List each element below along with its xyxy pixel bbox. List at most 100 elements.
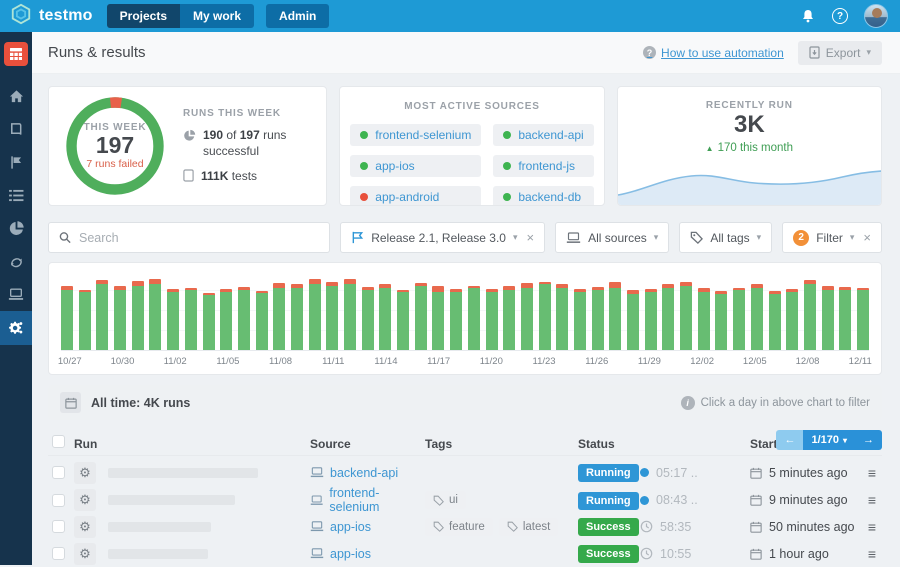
source-link[interactable]: app-ios xyxy=(310,520,425,534)
milestone-filter-chip[interactable]: Release 2.1, Release 3.0 ▾ × xyxy=(340,222,546,253)
clear-filter-icon[interactable]: × xyxy=(863,230,871,245)
page-selector[interactable]: 1/170 ▾ xyxy=(803,430,855,450)
nav-admin[interactable]: Admin xyxy=(266,4,330,28)
chart-day-bar[interactable] xyxy=(733,288,746,350)
chart-day-bar[interactable] xyxy=(414,283,427,350)
source-pill[interactable]: backend-db xyxy=(493,186,594,205)
chart-day-bar[interactable] xyxy=(715,291,728,350)
export-button[interactable]: Export ▾ xyxy=(797,40,882,65)
chart-day-bar[interactable] xyxy=(308,279,321,350)
chart-day-bar[interactable] xyxy=(184,288,197,350)
run-name-placeholder[interactable] xyxy=(108,495,235,505)
chart-day-bar[interactable] xyxy=(131,281,144,350)
chart-day-bar[interactable] xyxy=(61,286,73,350)
chart-day-bar[interactable] xyxy=(591,287,604,350)
source-pill[interactable]: frontend-selenium xyxy=(350,124,482,146)
tag-chip[interactable]: feature xyxy=(425,517,493,536)
row-checkbox[interactable] xyxy=(52,547,65,560)
row-menu-icon[interactable]: ≡ xyxy=(855,465,882,481)
sidebar-testcases-icon[interactable] xyxy=(0,179,32,212)
prev-page-button[interactable]: ← xyxy=(776,430,804,450)
nav-mywork[interactable]: My work xyxy=(180,4,255,28)
source-pill[interactable]: backend-api xyxy=(493,124,594,146)
chart-day-bar[interactable] xyxy=(379,284,392,350)
sidebar-milestones-icon[interactable] xyxy=(0,146,32,179)
brand[interactable]: testmo xyxy=(0,3,107,30)
chart-day-bar[interactable] xyxy=(167,289,180,350)
chart-day-bar[interactable] xyxy=(237,287,250,350)
run-name-placeholder[interactable] xyxy=(108,521,211,532)
nav-projects[interactable]: Projects xyxy=(106,4,181,28)
search-input[interactable] xyxy=(79,230,320,245)
chart-day-bar[interactable] xyxy=(556,284,569,350)
run-settings-button[interactable]: ⚙ xyxy=(74,489,96,511)
chart-day-bar[interactable] xyxy=(839,287,852,350)
tag-chip[interactable]: latest xyxy=(498,517,559,536)
chart-day-bar[interactable] xyxy=(644,289,657,350)
source-link[interactable]: app-ios xyxy=(310,547,425,561)
help-icon[interactable]: ? xyxy=(832,8,848,24)
chart-day-bar[interactable] xyxy=(573,289,586,350)
project-switcher-icon[interactable] xyxy=(4,42,28,66)
chart-day-bar[interactable] xyxy=(786,289,799,350)
chart-day-bar[interactable] xyxy=(114,286,127,350)
chart-day-bar[interactable] xyxy=(467,286,480,350)
chart-day-bar[interactable] xyxy=(609,282,622,350)
sidebar-reports-icon[interactable] xyxy=(0,212,32,245)
chart-day-bar[interactable] xyxy=(290,284,303,350)
source-link[interactable]: frontend-selenium xyxy=(310,486,425,514)
chart-day-bar[interactable] xyxy=(220,289,233,350)
chart-day-bar[interactable] xyxy=(768,291,781,350)
chart-day-bar[interactable] xyxy=(432,286,445,350)
filter-chip[interactable]: 2 Filter ▾ × xyxy=(782,222,882,253)
source-pill[interactable]: app-android xyxy=(350,186,482,205)
chart-day-bar[interactable] xyxy=(485,289,498,350)
search-box[interactable] xyxy=(48,222,331,253)
notifications-bell-icon[interactable] xyxy=(800,8,816,24)
chart-day-bar[interactable] xyxy=(202,293,215,350)
row-menu-icon[interactable]: ≡ xyxy=(855,492,882,508)
row-menu-icon[interactable]: ≡ xyxy=(855,546,882,562)
how-to-use-automation-link[interactable]: ? How to use automation xyxy=(643,46,784,60)
user-avatar[interactable] xyxy=(864,4,888,28)
next-page-button[interactable]: → xyxy=(855,430,882,450)
source-link[interactable]: backend-api xyxy=(310,466,425,480)
chart-day-bar[interactable] xyxy=(662,284,675,350)
select-all-checkbox[interactable] xyxy=(52,435,65,448)
sidebar-home-icon[interactable] xyxy=(0,80,32,113)
tags-filter-chip[interactable]: All tags ▾ xyxy=(679,222,773,253)
chart-day-bar[interactable] xyxy=(697,288,710,350)
run-settings-button[interactable]: ⚙ xyxy=(74,461,96,484)
row-checkbox[interactable] xyxy=(52,520,65,533)
chart-day-bar[interactable] xyxy=(273,283,286,350)
sidebar-sessions-icon[interactable] xyxy=(0,278,32,311)
row-checkbox[interactable] xyxy=(52,493,65,507)
chart-day-bar[interactable] xyxy=(326,282,339,350)
sidebar-automation-icon[interactable] xyxy=(0,311,32,345)
sidebar-automation-runs-icon[interactable] xyxy=(0,245,32,278)
chart-day-bar[interactable] xyxy=(78,290,91,350)
chart-day-bar[interactable] xyxy=(344,279,356,350)
run-name-placeholder[interactable] xyxy=(108,548,208,559)
source-pill[interactable]: app-ios xyxy=(350,155,482,177)
chart-day-bar[interactable] xyxy=(520,283,533,350)
chart-day-bar[interactable] xyxy=(503,286,516,350)
chart-day-bar[interactable] xyxy=(803,280,816,350)
chart-day-bar[interactable] xyxy=(538,282,551,350)
chart-day-bar[interactable] xyxy=(361,287,374,350)
chart-day-bar[interactable] xyxy=(255,291,268,350)
chart-day-bar[interactable] xyxy=(856,288,869,350)
sources-filter-chip[interactable]: All sources ▾ xyxy=(555,222,670,253)
chart-day-bar[interactable] xyxy=(680,282,693,350)
run-settings-button[interactable]: ⚙ xyxy=(74,542,96,565)
chart-day-bar[interactable] xyxy=(821,286,834,350)
chart-day-bar[interactable] xyxy=(149,279,162,350)
row-checkbox[interactable] xyxy=(52,466,65,479)
chart-day-bar[interactable] xyxy=(397,290,410,350)
tag-chip[interactable]: ui xyxy=(425,491,466,509)
chart-day-bar[interactable] xyxy=(627,290,639,350)
clear-milestone-filter-icon[interactable]: × xyxy=(527,230,535,245)
run-name-placeholder[interactable] xyxy=(108,467,258,478)
chart-day-bar[interactable] xyxy=(96,280,109,350)
chart-day-bar[interactable] xyxy=(450,289,463,350)
